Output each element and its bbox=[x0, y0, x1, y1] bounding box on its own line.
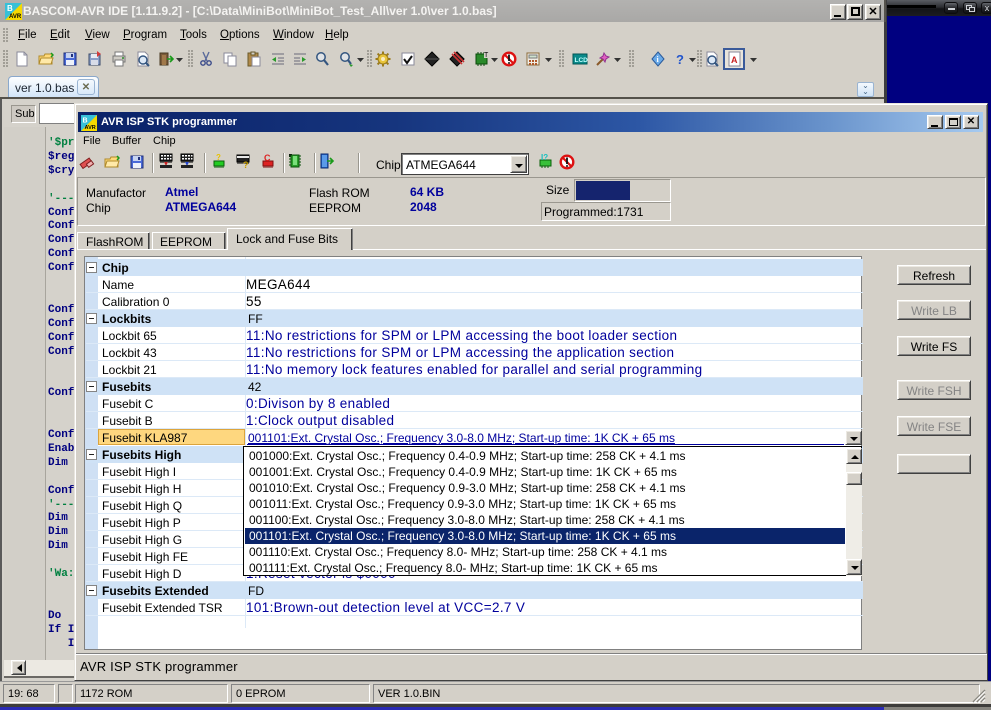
svg-text:I?: I? bbox=[541, 153, 548, 162]
svg-text:A: A bbox=[731, 55, 738, 65]
svg-text:B: B bbox=[83, 118, 88, 125]
svg-text:B: B bbox=[7, 4, 13, 13]
svg-text:AVR: AVR bbox=[9, 14, 22, 20]
svg-text:C: C bbox=[264, 153, 271, 163]
svg-text:?: ? bbox=[243, 160, 249, 169]
svg-text:T: T bbox=[484, 52, 489, 59]
svg-text:LCD: LCD bbox=[575, 57, 589, 64]
svg-text:AVR: AVR bbox=[85, 125, 96, 131]
svg-text:?: ? bbox=[676, 52, 684, 67]
